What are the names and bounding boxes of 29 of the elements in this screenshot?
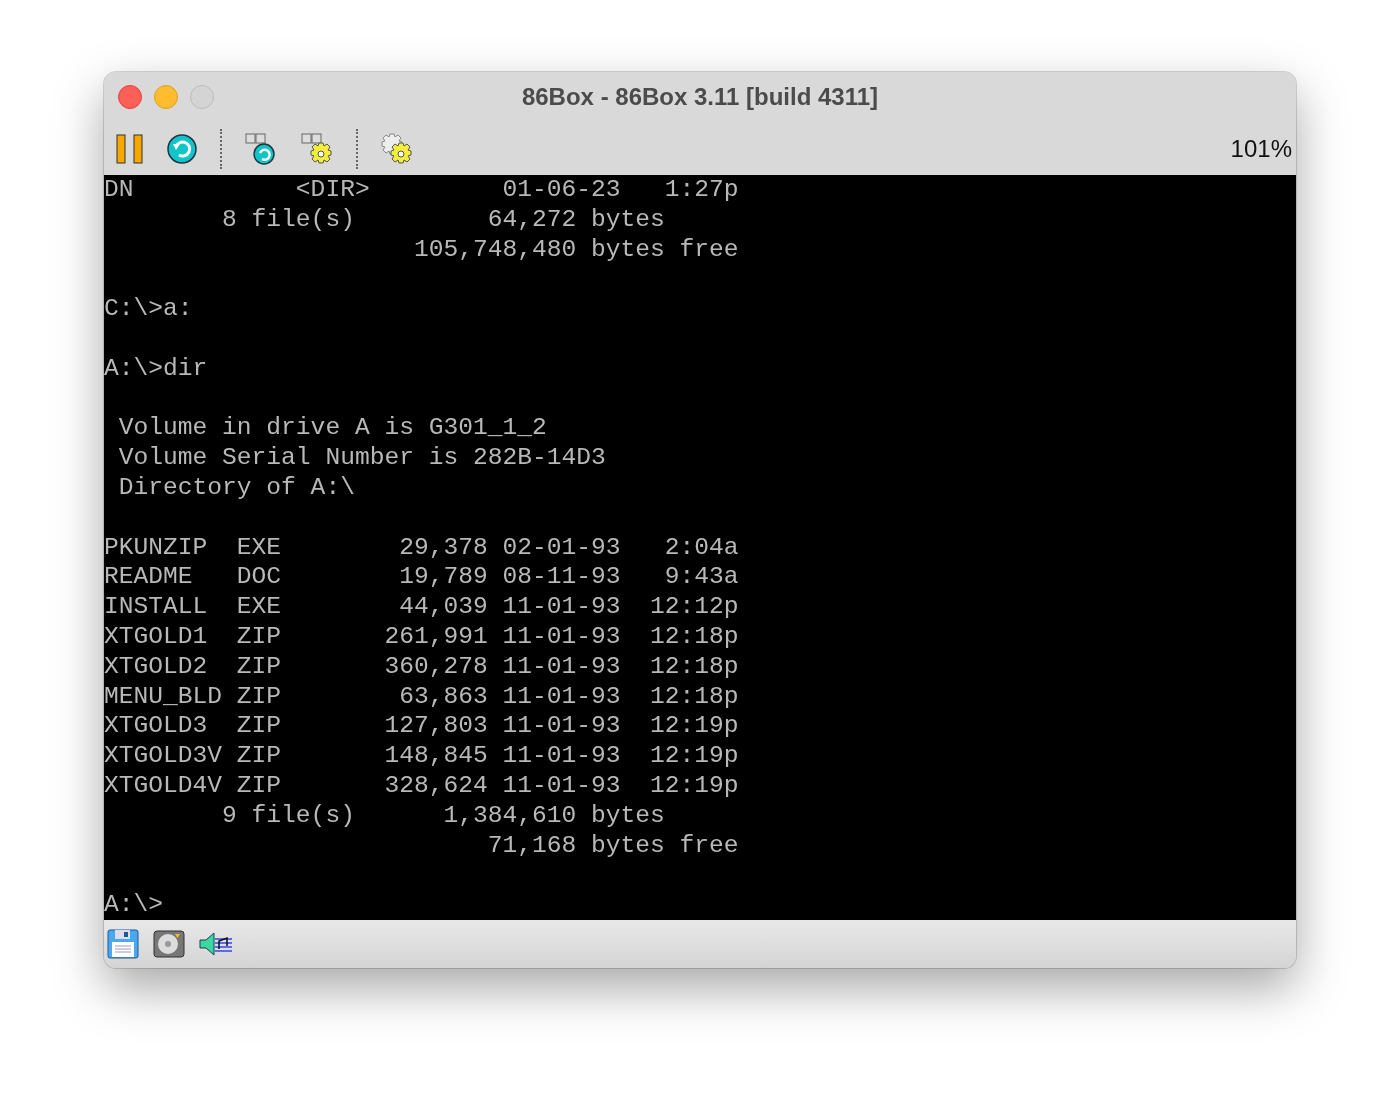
cd-drive-icon[interactable] — [153, 930, 185, 958]
console-line: Volume in drive A is G301_1_2 — [117, 413, 547, 444]
squares-circular-arrow-icon[interactable] — [244, 131, 278, 166]
console-line: XTGOLD3V ZIP 148,845 11-01-93 12:19p — [104, 741, 739, 771]
console-line: C:\>a: — [104, 294, 193, 324]
console-line: 8 file(s) 64,272 bytes — [221, 204, 665, 235]
console-line: MENU_BLD ZIP 63,863 11-01-93 12:18p — [104, 681, 739, 712]
console-line: 105,748,480 bytes free — [412, 234, 739, 265]
console-line: DN <DIR> 01-06-23 1:27p — [104, 175, 739, 205]
console-line: 71,168 bytes free — [486, 830, 739, 861]
console-line: XTGOLD2 ZIP 360,278 11-01-93 12:18p — [104, 651, 739, 682]
zoom-level: 101% — [1230, 134, 1292, 163]
gears-icon[interactable] — [380, 131, 414, 166]
console-line: XTGOLD3 ZIP 127,803 11-01-93 12:19p — [104, 711, 739, 742]
squares-gear-icon[interactable] — [300, 131, 334, 166]
console-line: README DOC 19,789 08-11-93 9:43a — [104, 562, 739, 593]
pause-icon[interactable] — [116, 132, 144, 165]
window-title: 86Box - 86Box 3.11 [build 4311] — [521, 82, 879, 112]
console-line: XTGOLD1 ZIP 261,991 11-01-93 12:18p — [104, 621, 739, 652]
console-line: A:\>dir — [104, 353, 208, 384]
console-line: Volume Serial Number is 282B-14D3 — [117, 443, 606, 473]
console-line: PKUNZIP EXE 29,378 02-01-93 2:04a — [104, 532, 739, 563]
close-button[interactable] — [118, 85, 142, 109]
console-line: INSTALL EXE 44,039 11-01-93 12:12p — [104, 592, 739, 622]
speaker-music-icon[interactable] — [199, 931, 233, 957]
console-line: XTGOLD4V ZIP 328,624 11-01-93 12:19p — [104, 770, 739, 801]
console-line: 9 file(s) 1,384,610 bytes — [221, 800, 665, 831]
console-line: A:\> — [104, 890, 164, 920]
console-line: Directory of A:\ — [117, 472, 355, 503]
